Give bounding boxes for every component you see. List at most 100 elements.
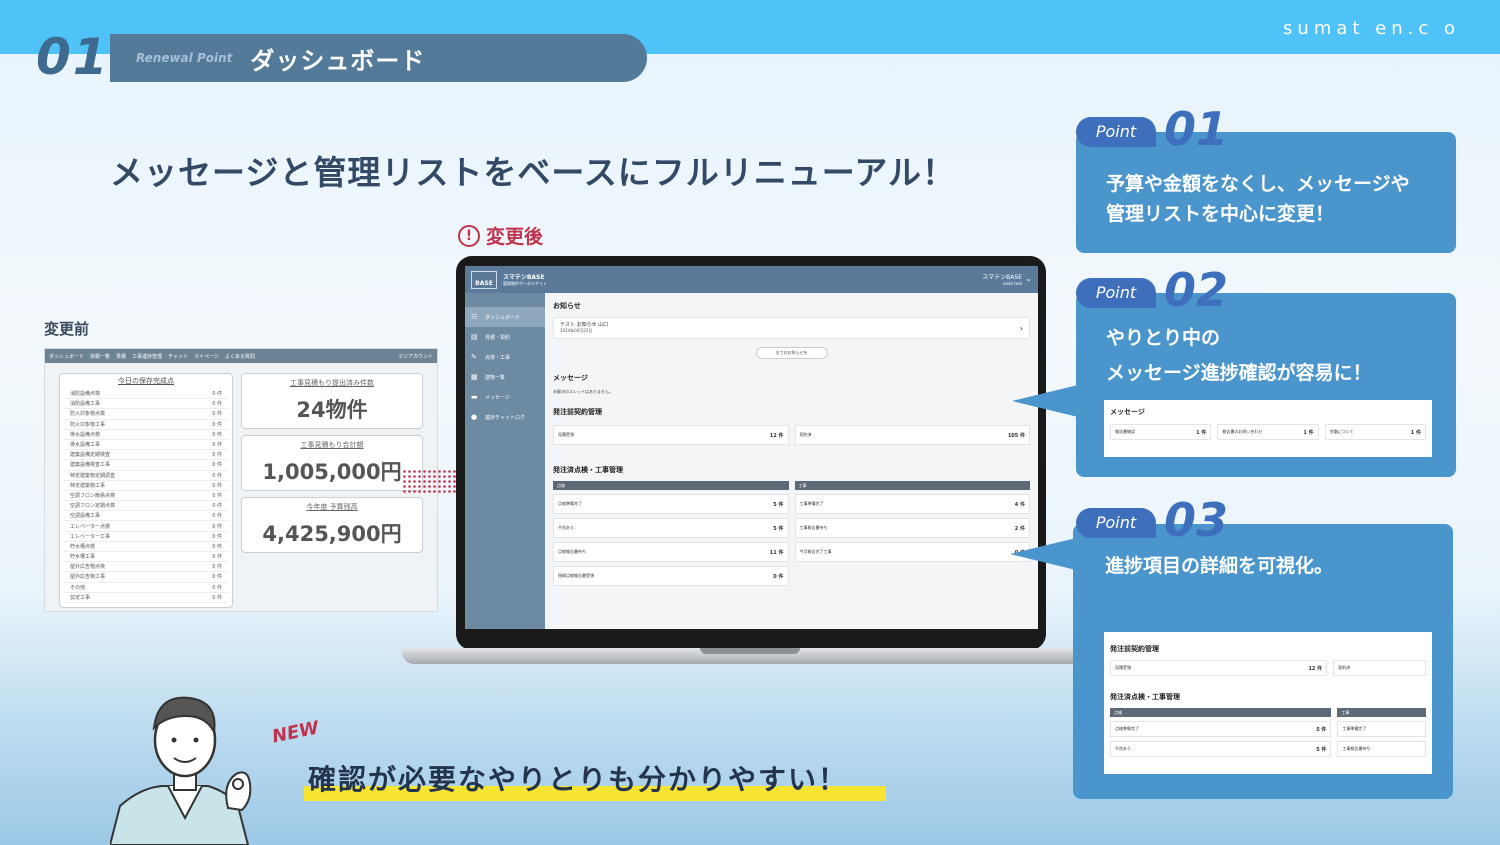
sidebar-item-label: 建物一覧: [485, 374, 506, 381]
sidebar-item-buildings[interactable]: ▦ 建物一覧: [465, 367, 545, 387]
point-03-tail: [1010, 538, 1076, 570]
before-list-row: 消防設備工事 0 件: [64, 399, 228, 410]
cell-value: 5 件: [773, 525, 784, 532]
point-02-pill: Point: [1076, 278, 1156, 308]
point-text-line: やりとり中の: [1106, 327, 1221, 349]
user-info[interactable]: スマテンBASE ando test: [982, 272, 1022, 286]
cell-label: 点検準備完了: [1115, 726, 1139, 731]
row-label: 特定建築物工事: [70, 482, 106, 489]
row-count: 0 件: [212, 574, 222, 581]
before-box-label: 工事見積もり提出済み件数: [290, 379, 374, 387]
pre-contract-cell[interactable]: 見積受領 12 件: [553, 425, 789, 445]
news-heading: お知らせ: [553, 302, 581, 310]
point-text-line: 予算や金額をなくし、メッセージや: [1106, 173, 1410, 195]
renewal-point-label: Renewal Point: [136, 51, 233, 65]
before-list: 今日の保存完成点 消防設備点検 0 件消防設備工事 0 件防火対象物点検 0 件防火対…: [59, 373, 233, 608]
construction-cell[interactable]: 工事準備完了 4 件: [794, 494, 1030, 514]
before-list-row: 排水設備点検 0 件: [64, 430, 228, 440]
cell-label: 工事報告書待ち: [1342, 746, 1371, 751]
sidebar-item-label: 点検・工事: [485, 354, 511, 361]
app-logo[interactable]: BASE: [471, 270, 497, 289]
dashboard-icon: ☷: [471, 313, 478, 321]
cell-value: 5 件: [773, 501, 784, 508]
point-02-mini-screenshot: メッセージ 報告書確認 1 件 報告書のお問い合わせ 1 件 労働について 1 件: [1104, 400, 1432, 457]
inspection-cell[interactable]: 点検報告書待ち 11 件: [553, 542, 789, 562]
sidebar-item-inspections[interactable]: ✎ 点検・工事: [465, 347, 545, 367]
row-count: 0 件: [212, 554, 222, 561]
mini-cell: 点検準備完了 5 件: [1110, 721, 1332, 737]
cell-label: 契約済: [1338, 665, 1351, 670]
brand-name: sumat en.c o: [1283, 18, 1460, 39]
point-01-text: 予算や金額をなくし、メッセージや 管理リストを中心に変更！: [1106, 169, 1410, 229]
construction-column: 工事 工事準備完了 4 件 工事報告書待ち 2 件 今月報告完了工事 0 件: [794, 481, 1030, 586]
mini-cell: 見積受領 12 件: [1110, 660, 1328, 676]
pre-contract-heading: 発注前契約管理: [553, 408, 602, 416]
construction-cell[interactable]: 工事報告書待ち 2 件: [794, 518, 1030, 538]
row-count: 0 件: [212, 543, 222, 550]
before-box: 今年度 予算残高 4,425,900円: [241, 497, 423, 553]
before-list-row: 屋外広告物工事 0 件: [64, 572, 228, 583]
cell-label: 工事報告書待ち: [799, 525, 828, 530]
sidebar-item-label: メッセージ: [485, 394, 510, 401]
point-02-tail: [1012, 385, 1078, 417]
inspection-cell[interactable]: 不良あり 5 件: [553, 518, 789, 538]
sidebar-item-estimates[interactable]: ▤ 見積・契約: [465, 327, 545, 347]
inspection-cell[interactable]: 指摘点検報告書受領 0 件: [553, 566, 789, 586]
chevron-down-icon[interactable]: ⌄: [1025, 274, 1032, 283]
app-title-block: スマテンBASE 管理物件ポータルサイト: [503, 272, 547, 287]
before-list-row: 剪定工事 0 件: [64, 593, 228, 603]
document-icon: ▤: [471, 333, 478, 341]
row-count: 0 件: [212, 523, 222, 530]
row-count: 0 件: [212, 431, 222, 438]
point-01-panel: 予算や金額をなくし、メッセージや 管理リストを中心に変更！: [1076, 132, 1456, 253]
row-count: 0 件: [212, 584, 222, 591]
cell-label: 点検準備完了: [558, 501, 582, 506]
news-title: テスト お知らせ 山口: [560, 322, 609, 328]
row-count: 0 件: [212, 462, 222, 469]
sidebar-item-chat-log[interactable]: ● 進捗チャットログ: [465, 407, 545, 427]
row-count: 0 件: [212, 421, 222, 428]
cell-label: 不良あり: [558, 525, 574, 530]
before-box-value: 1,005,000円: [262, 460, 402, 484]
all-news-button[interactable]: 全てのお知らせを: [755, 347, 828, 359]
pre-contract-cell[interactable]: 契約済 105 件: [794, 425, 1030, 445]
point-03-text: 進捗項目の詳細を可視化。: [1105, 551, 1333, 581]
before-nav-item: 工事進捗管理: [132, 353, 163, 360]
row-label: エレベーター工事: [70, 533, 111, 540]
before-box: 工事見積もり提出済み件数 24物件: [241, 373, 423, 429]
sidebar-item-dashboard[interactable]: ☷ ダッシュボード: [465, 307, 545, 327]
before-list-row: エレベーター点検 0 件: [64, 521, 228, 532]
row-label: 排水設備点検: [70, 431, 101, 438]
before-list-row: 建築設備検査工事 0 件: [64, 460, 228, 471]
mini-heading: メッセージ: [1110, 408, 1145, 416]
construction-cell[interactable]: 今月報告完了工事 0 件: [794, 542, 1030, 562]
row-label: 防火対象物工事: [70, 421, 106, 428]
sidebar-item-messages[interactable]: ▬ メッセージ: [465, 387, 545, 407]
point-03-pill: Point: [1076, 508, 1156, 538]
mini-col-header: 点検: [1110, 708, 1332, 717]
cell-value: 1 件: [1196, 429, 1207, 436]
point-02-number: 02: [1164, 263, 1229, 317]
bottom-text: 確認が必要なやりとりも分かりやすい！: [308, 763, 849, 796]
ordered-columns: 点検 点検準備完了 5 件 不良あり 5 件 点検報告書待ち 11 件 指摘点検報告書…: [553, 481, 1030, 586]
laptop-notch: [700, 648, 800, 654]
before-list-title: 今日の保存完成点: [118, 377, 174, 385]
before-nav-item: ダッシュボード: [49, 353, 85, 360]
exclamation-icon: !: [458, 224, 480, 247]
cell-label: 今月報告完了工事: [799, 549, 832, 554]
inspection-header: 点検: [553, 481, 789, 490]
point-02-panel: やりとり中の メッセージ進捗確認が容易に！ メッセージ 報告書確認 1 件 報告書…: [1076, 293, 1456, 477]
cell-label: 見積受領: [1115, 665, 1131, 670]
sidebar-item-label: 進捗チャットログ: [485, 414, 525, 421]
inspection-column: 点検 点検準備完了 5 件 不良あり 5 件 点検報告書待ち 11 件 指摘点検報告書…: [553, 481, 789, 586]
before-list-row: 空調フロン定期点検 0 件: [64, 501, 228, 512]
inspection-cell[interactable]: 点検準備完了 5 件: [553, 494, 789, 514]
news-item[interactable]: テスト お知らせ 山口 2024年06月22日 ›: [553, 317, 1030, 339]
ordered-heading: 発注済点検・工事管理: [553, 466, 623, 474]
point-01-number: 01: [1164, 102, 1229, 156]
point-03-panel: 進捗項目の詳細を可視化。 発注前契約管理 見積受領 12 件 契約済 発注済点検・…: [1073, 524, 1453, 799]
before-nav-item: マジアカウント: [397, 353, 433, 360]
after-label-text: 変更後: [486, 226, 544, 248]
row-label: 貯水槽工事: [70, 554, 96, 561]
cell-label: 契約済: [799, 432, 812, 437]
